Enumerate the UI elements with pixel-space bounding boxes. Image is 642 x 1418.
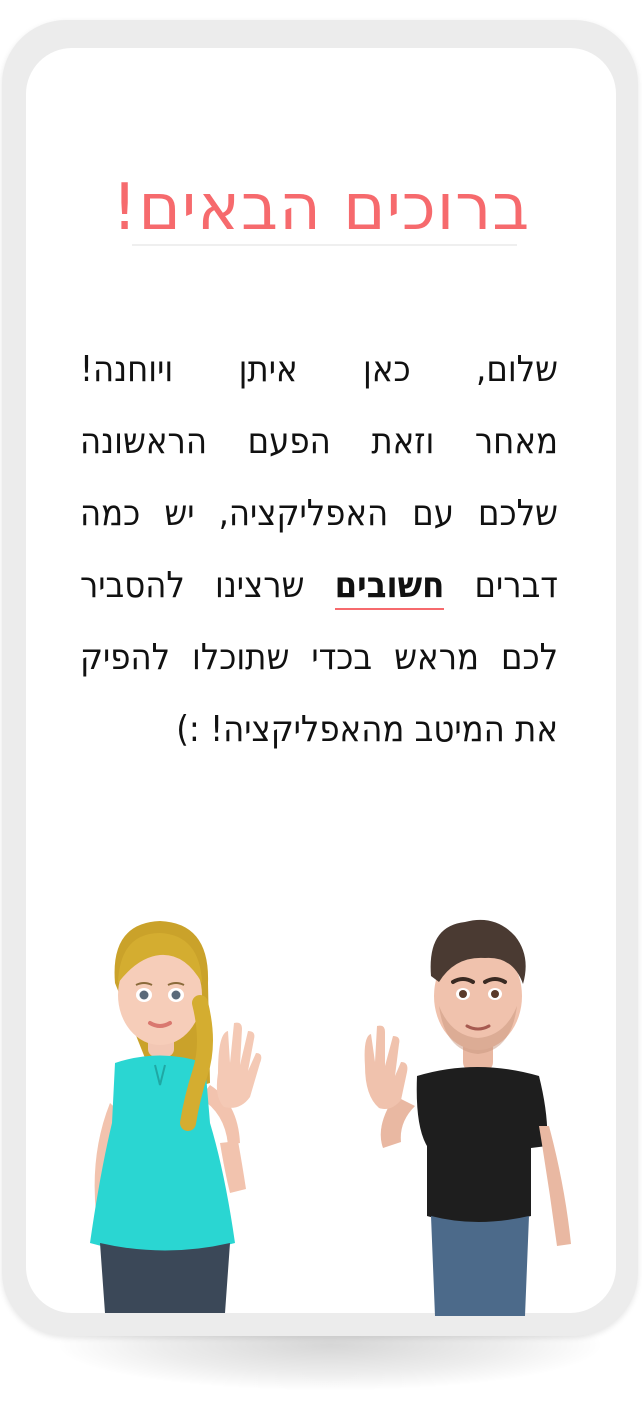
- emphasis-word: חשובים: [334, 565, 445, 610]
- message-line: דברים חשובים שרצינו להסביר: [80, 550, 558, 622]
- welcome-title: ברוכים הבאים!: [111, 171, 531, 245]
- message-word: דברים: [474, 565, 558, 606]
- waving-boy-avatar-icon: [335, 886, 585, 1316]
- waving-girl-avatar-icon: [60, 913, 270, 1313]
- message-line: מאחר וזאת הפעם הראשונה: [80, 421, 558, 462]
- onboarding-page: ברוכים הבאים! שלום, כאן איתן ויוחנה! מאח…: [0, 0, 642, 1418]
- message-line: שלום, כאן איתן ויוחנה!: [80, 349, 558, 390]
- title-divider: [132, 244, 517, 246]
- message-line: שלכם עם האפליקציה, יש כמה: [80, 493, 558, 534]
- message-line: את המיטב מהאפליקציה! :): [176, 709, 558, 750]
- message-line: לכם מראש בכדי שתוכלו להפיק: [80, 637, 558, 678]
- welcome-message: שלום, כאן איתן ויוחנה! מאחר וזאת הפעם הר…: [80, 334, 558, 766]
- message-word: שרצינו להסביר: [80, 565, 305, 606]
